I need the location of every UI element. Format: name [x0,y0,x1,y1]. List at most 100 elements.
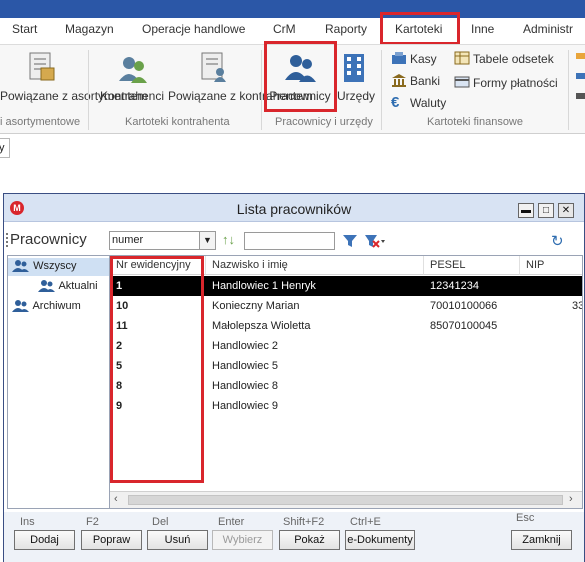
close-button[interactable]: ✕ [558,203,574,218]
minimize-button[interactable]: ▬ [518,203,534,218]
cell-name: Handlowiec 8 [212,380,279,392]
cell-pesel: 85070100045 [430,320,498,332]
document-tab-row [0,134,585,159]
asortyment-icon [24,50,58,89]
scrollbar-thumb[interactable] [128,495,563,505]
ribbon-separator [261,50,262,130]
people-icon [12,300,29,313]
ribbon-banki[interactable]: Banki [410,74,440,88]
kontrahenci-icon [117,55,149,90]
highlight-kartoteki [380,12,460,45]
cell-nip: 33 [572,300,582,312]
zamknij-button[interactable]: Zamknij [511,530,572,550]
search-field-select[interactable]: numer ▼ [109,231,216,250]
ribbon-separator [88,50,89,130]
window-title-bar: M Lista pracowników ▬ □ ✕ [4,194,584,222]
formy-platnosci-icon [454,75,470,94]
group-asortymentowe: i asortymentowe [0,116,81,128]
cell-pesel: 70010100066 [430,300,498,312]
shortcut-key: Shift+F2 [283,516,325,528]
menu-operacje-handlowe[interactable]: Operacje handlowe [142,22,245,36]
shortcut-key: Enter [218,516,245,528]
maximize-button[interactable]: □ [538,203,554,218]
shortcut-key: Esc [516,512,535,524]
cell-name: Handlowiec 5 [212,360,279,372]
people-icon [38,280,55,293]
employee-filter-tree: Wszyscy Aktualni Archiwum [7,255,110,509]
document-tab[interactable]: y [0,138,10,158]
shortcut-key: Del [152,516,169,528]
cell-pesel: 12341234 [430,280,479,292]
cell-name: Małolepsza Wioletta [212,320,311,332]
ribbon-tabele-odsetek[interactable]: Tabele odsetek [473,52,554,66]
cell-name: Handlowiec 9 [212,400,279,412]
e-dokumenty-button[interactable]: e-Dokumenty [345,530,415,550]
ribbon-powiazane-kontrahent[interactable]: Powiązane z kontrahentem [168,90,313,103]
filter-icon[interactable] [342,233,358,254]
grip-icon [6,233,8,247]
ribbon-separator [568,50,569,130]
scroll-right-icon[interactable]: › [569,493,573,505]
highlight-pracownicy [264,41,337,112]
column-header-nip[interactable]: NIP [520,256,582,275]
refresh-icon[interactable]: ↻ [551,232,564,250]
group-pracownicy-urzedy: Pracownicy i urzędy [275,116,373,128]
bottom-action-bar: Ins Dodaj F2 Popraw Del Usuń Enter Wybie… [4,512,584,562]
menu-raporty[interactable]: Raporty [325,22,367,36]
ribbon-kasy[interactable]: Kasy [410,52,437,66]
employee-list-window: M Lista pracowników ▬ □ ✕ Pracownicy num… [3,193,585,562]
highlight-nr-column [110,256,204,483]
shortcut-key: Ins [20,516,35,528]
ribbon-waluty[interactable]: Waluty [410,96,446,110]
cell-name: Handlowiec 2 [212,340,279,352]
powiazane-kontrahent-icon [196,50,230,89]
shortcut-key: Ctrl+E [350,516,381,528]
tree-label: Aktualni [58,280,98,292]
menu-start[interactable]: Start [12,22,37,36]
column-header-pesel[interactable]: PESEL [424,256,520,275]
more-icon [576,53,585,113]
tree-label: Wszyscy [33,260,77,272]
tree-item-aktualni[interactable]: Aktualni [38,280,98,293]
cell-name: Konieczny Marian [212,300,300,312]
column-header-nazwisko[interactable]: Nazwisko i imię [206,256,424,275]
cell-name: Handlowiec 1 Henryk [212,280,316,292]
ribbon-kontrahenci[interactable]: Kontrahenci [99,90,165,103]
group-kartoteki-finansowe: Kartoteki finansowe [427,116,523,128]
wybierz-button[interactable]: Wybierz [212,530,273,550]
dodaj-button[interactable]: Dodaj [14,530,75,550]
popraw-button[interactable]: Popraw [81,530,142,550]
pokaz-button[interactable]: Pokaż [279,530,340,550]
usun-button[interactable]: Usuń [147,530,208,550]
scroll-left-icon[interactable]: ‹ [114,493,118,505]
window-title: Lista pracowników [236,201,352,217]
tree-item-wszyscy[interactable]: Wszyscy [12,260,77,273]
kasy-icon [391,51,407,70]
title-bar-strip [0,0,585,18]
tree-label: Archiwum [32,300,81,312]
ribbon-urzedy[interactable]: Urzędy [337,90,375,103]
menu-crm[interactable]: CrM [273,22,296,36]
clear-filter-icon[interactable] [364,233,386,254]
shortcut-key: F2 [86,516,99,528]
horizontal-scrollbar[interactable]: ‹ › [110,491,582,508]
tree-item-archiwum[interactable]: Archiwum [12,300,81,313]
ribbon-powiazane-asortyment[interactable]: Powiązane z asortymentem [0,90,147,103]
panel-title: Pracownicy [10,231,87,248]
search-input[interactable] [244,232,335,250]
banki-icon [391,73,407,92]
ribbon-separator [381,50,382,130]
list-toolbar: Pracownicy numer ▼ ↑↓ ↻ [4,223,584,255]
menu-inne[interactable]: Inne [471,22,494,36]
menu-administracja[interactable]: Administr [523,22,573,36]
group-kartoteki-kontrahenta: Kartoteki kontrahenta [125,116,230,128]
urzedy-icon [341,52,367,89]
people-icon [12,260,29,273]
sort-arrows-icon[interactable]: ↑↓ [222,232,235,247]
euro-icon: € [391,94,400,111]
menu-magazyn[interactable]: Magazyn [65,22,114,36]
ribbon-formy-platnosci[interactable]: Formy płatności [473,76,558,90]
chevron-down-icon[interactable]: ▼ [199,232,215,249]
tabele-odsetek-icon [454,51,470,70]
search-field-value: numer [112,234,144,246]
